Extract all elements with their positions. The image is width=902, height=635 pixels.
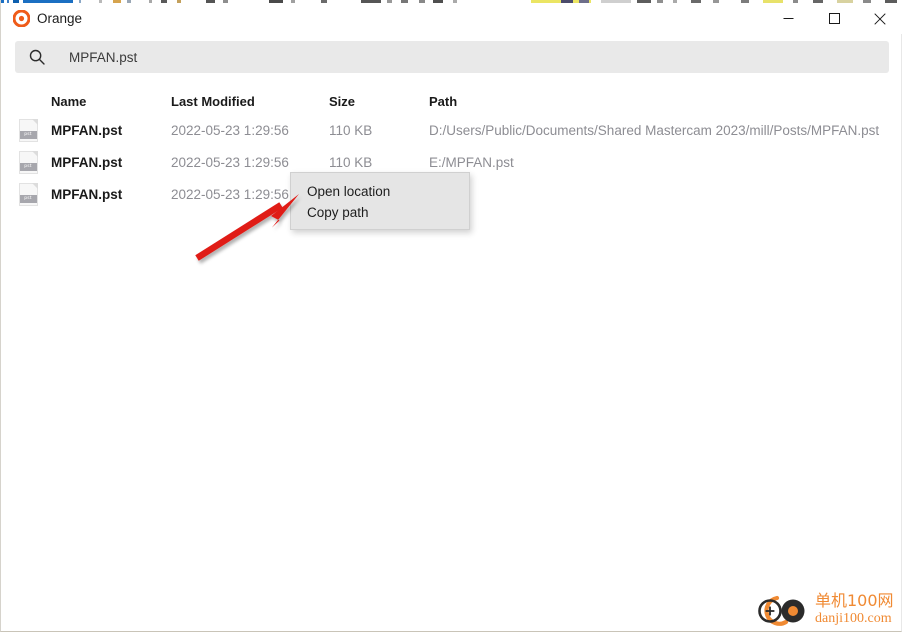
danji100-logo-icon: [753, 592, 811, 630]
row-path: AN.pst: [429, 178, 895, 210]
row-modified: 2022-05-23 1:29:56: [171, 122, 289, 138]
maximize-button[interactable]: [811, 3, 857, 34]
close-button[interactable]: [857, 3, 902, 34]
file-icon-badge-label: pst: [24, 163, 32, 169]
minimize-button[interactable]: [765, 3, 811, 34]
pst-file-icon: pst: [15, 178, 41, 210]
orange-ring-icon: [12, 9, 31, 28]
header-path[interactable]: Path: [429, 88, 895, 114]
file-icon-badge-label: pst: [24, 131, 32, 137]
row-name: MPFAN.pst: [51, 186, 123, 202]
title-bar: Orange: [1, 3, 902, 34]
minimize-icon: [783, 13, 794, 24]
watermark-site-url: danji100.com: [815, 611, 892, 626]
window-title: Orange: [37, 11, 83, 26]
search-icon: [29, 49, 45, 65]
header-size[interactable]: Size: [329, 88, 419, 114]
row-name: MPFAN.pst: [51, 122, 123, 138]
search-bar[interactable]: [15, 41, 889, 73]
search-input[interactable]: [55, 41, 875, 73]
context-menu: Open location Copy path: [290, 172, 470, 230]
menu-item-open-location[interactable]: Open location: [291, 181, 469, 202]
row-path: E:/MPFAN.pst: [429, 154, 514, 170]
menu-item-copy-path[interactable]: Copy path: [291, 202, 469, 223]
pst-file-icon: pst: [15, 146, 41, 178]
file-icon-badge-label: pst: [24, 195, 32, 201]
orange-app-window: Orange MPFAN.pst Name Last Modified Size…: [0, 0, 902, 632]
pst-file-icon: pst: [15, 114, 41, 146]
row-size: 110 KB: [329, 122, 373, 138]
watermark: 单机100网 danji100.com: [753, 591, 894, 630]
watermark-site-name: 单机100网: [815, 591, 894, 610]
table-row[interactable]: pst MPFAN.pst 2022-05-23 1:29:56 110 KB …: [1, 114, 902, 146]
table-header-row: Name Last Modified Size Path: [1, 88, 902, 114]
row-path: D:/Users/Public/Documents/Shared Masterc…: [429, 122, 880, 138]
header-icon-spacer: [15, 88, 41, 114]
close-icon: [874, 12, 886, 25]
header-name[interactable]: Name: [51, 88, 166, 114]
header-modified[interactable]: Last Modified: [171, 88, 321, 114]
row-name: MPFAN.pst: [51, 154, 123, 170]
maximize-icon: [828, 13, 840, 24]
